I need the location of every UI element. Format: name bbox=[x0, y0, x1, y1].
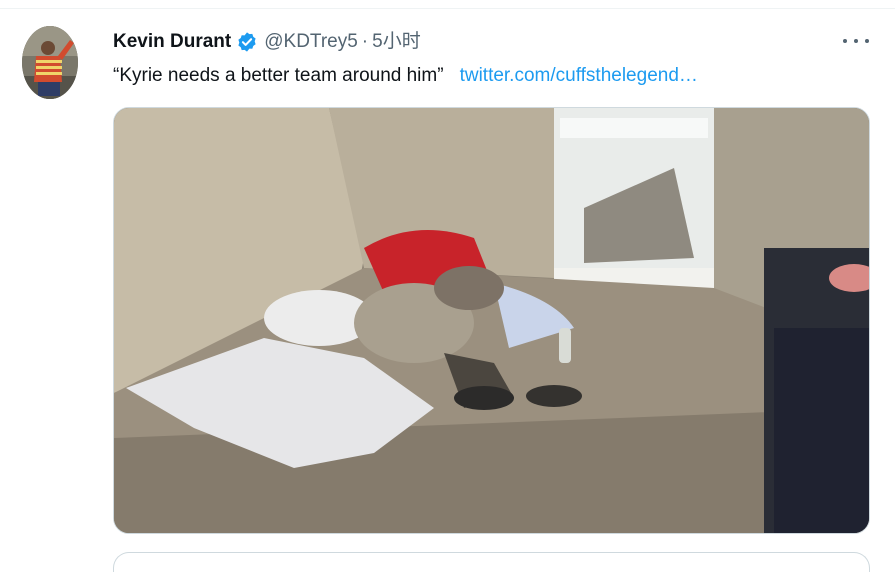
timestamp[interactable]: 5小时 bbox=[372, 30, 421, 54]
photo-image bbox=[114, 108, 869, 533]
display-name[interactable]: Kevin Durant bbox=[113, 30, 231, 54]
more-horizontal-icon[interactable] bbox=[843, 32, 869, 50]
tweet-link[interactable]: twitter.com/cuffsthelegend… bbox=[460, 65, 698, 86]
verified-badge-icon bbox=[236, 31, 258, 53]
tweet-text-body: “Kyrie needs a better team around him” bbox=[113, 65, 444, 86]
avatar-image bbox=[22, 26, 78, 99]
tweet-media-photo[interactable] bbox=[113, 107, 870, 534]
separator-dot: · bbox=[361, 31, 369, 52]
tweet[interactable]: Kevin Durant @KDTrey5 · 5小时 “Kyrie needs… bbox=[0, 0, 895, 572]
tweet-text: “Kyrie needs a better team around him” tw… bbox=[113, 64, 698, 88]
tweet-header: Kevin Durant @KDTrey5 · 5小时 bbox=[113, 30, 421, 54]
avatar[interactable] bbox=[22, 26, 78, 99]
handle[interactable]: @KDTrey5 bbox=[264, 30, 358, 54]
next-card-edge bbox=[113, 552, 870, 572]
